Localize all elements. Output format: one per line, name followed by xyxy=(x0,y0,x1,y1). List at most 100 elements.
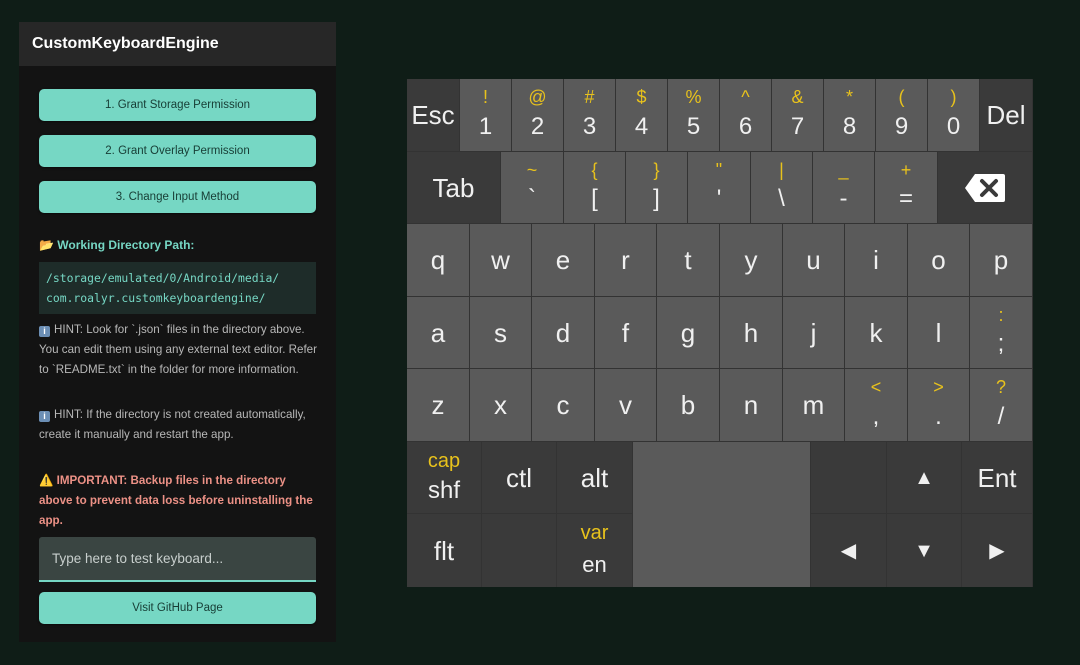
key-b[interactable]: b xyxy=(657,369,720,442)
key-sup: * xyxy=(845,87,853,107)
key-comma[interactable]: <, xyxy=(845,369,908,442)
key-1[interactable]: ! 1 xyxy=(460,79,512,152)
key-letter: w xyxy=(491,245,510,275)
key-minus[interactable]: _ - xyxy=(813,152,875,224)
key-ctl[interactable]: ctl xyxy=(482,442,557,514)
app-panel: CustomKeyboardEngine 1. Grant Storage Pe… xyxy=(19,22,336,642)
key-g[interactable]: g xyxy=(657,297,720,369)
key-sup: # xyxy=(584,87,595,107)
key-quote[interactable]: " ' xyxy=(688,152,751,224)
keyboard: Esc ! 1 @2 #3 $4 % 5 ^ 6 & 7 * 8 (9 ) 0 Del Ta… xyxy=(407,79,1033,587)
key-var-lang[interactable]: var en xyxy=(557,514,633,587)
key-var-label: var xyxy=(580,522,609,544)
key-a[interactable]: a xyxy=(407,297,470,369)
key-main: 1 xyxy=(478,113,493,140)
key-sup: ^ xyxy=(741,87,750,107)
key-t[interactable]: t xyxy=(657,224,720,297)
key-letter: h xyxy=(743,317,759,348)
key-blank-2[interactable] xyxy=(482,514,557,587)
key-p[interactable]: p xyxy=(970,224,1033,297)
key-space[interactable] xyxy=(633,442,811,587)
key-equals[interactable]: + = xyxy=(875,152,938,224)
key-2[interactable]: @2 xyxy=(512,79,564,152)
key-6[interactable]: ^ 6 xyxy=(720,79,772,152)
key-d[interactable]: d xyxy=(532,297,595,369)
key-flt[interactable]: flt xyxy=(407,514,482,587)
key-alt[interactable]: alt xyxy=(557,442,633,514)
key-tab-label: Tab xyxy=(432,172,475,203)
key-j[interactable]: j xyxy=(783,297,845,369)
key-backspace[interactable] xyxy=(938,152,1033,224)
key-l[interactable]: l xyxy=(908,297,970,369)
key-letter: n xyxy=(743,390,759,420)
key-sup: < xyxy=(870,377,882,397)
key-8[interactable]: * 8 xyxy=(824,79,876,152)
test-keyboard-input[interactable] xyxy=(39,537,316,582)
key-left[interactable]: ◀ xyxy=(811,514,887,587)
visit-github-button[interactable]: Visit GitHub Page xyxy=(39,592,316,624)
key-letter: r xyxy=(621,245,630,275)
key-sup: ) xyxy=(950,87,957,107)
key-letter: x xyxy=(494,390,507,420)
key-f[interactable]: f xyxy=(595,297,657,369)
key-q[interactable]: q xyxy=(407,224,470,297)
key-del[interactable]: Del xyxy=(980,79,1033,152)
key-letter: c xyxy=(556,390,570,420)
key-main: 7 xyxy=(790,113,805,140)
key-c[interactable]: c xyxy=(532,369,595,442)
key-close-bracket[interactable]: }] xyxy=(626,152,688,224)
key-letter: q xyxy=(430,245,446,275)
key-i[interactable]: i xyxy=(845,224,908,297)
key-y[interactable]: y xyxy=(720,224,783,297)
key-r[interactable]: r xyxy=(595,224,657,297)
key-7[interactable]: & 7 xyxy=(772,79,824,152)
key-tab[interactable]: Tab xyxy=(407,152,501,224)
key-u[interactable]: u xyxy=(783,224,845,297)
key-9[interactable]: (9 xyxy=(876,79,928,152)
key-letter: a xyxy=(430,317,446,348)
right-arrow-icon: ▶ xyxy=(989,539,1005,562)
key-w[interactable]: w xyxy=(470,224,532,297)
key-letter: u xyxy=(806,245,821,275)
key-letter: g xyxy=(680,317,696,348)
key-0[interactable]: ) 0 xyxy=(928,79,980,152)
key-enter[interactable]: Ent xyxy=(962,442,1033,514)
key-ent-label: Ent xyxy=(977,462,1017,493)
key-backtick[interactable]: ~ ` xyxy=(501,152,564,224)
key-n[interactable]: n xyxy=(720,369,783,442)
key-letter: v xyxy=(619,390,632,420)
key-right[interactable]: ▶ xyxy=(962,514,1033,587)
key-up[interactable]: ▲ xyxy=(887,442,962,514)
key-5[interactable]: % 5 xyxy=(668,79,720,152)
hint-json-files: i HINT: Look for `.json` files in the dir… xyxy=(39,320,321,380)
key-sup: ( xyxy=(898,87,905,107)
hint-json-text: HINT: Look for `.json` files in the dire… xyxy=(39,323,317,376)
key-sup: @ xyxy=(528,87,547,107)
key-z[interactable]: z xyxy=(407,369,470,442)
app-title: CustomKeyboardEngine xyxy=(19,22,336,66)
info-icon: i xyxy=(39,411,50,422)
key-h[interactable]: h xyxy=(720,297,783,369)
key-cap-shift[interactable]: cap shf xyxy=(407,442,482,514)
grant-storage-button[interactable]: 1. Grant Storage Permission xyxy=(39,89,316,121)
key-s[interactable]: s xyxy=(470,297,532,369)
key-x[interactable]: x xyxy=(470,369,532,442)
key-4[interactable]: $4 xyxy=(616,79,668,152)
key-blank[interactable] xyxy=(811,442,887,514)
key-period[interactable]: >. xyxy=(908,369,970,442)
key-open-bracket[interactable]: {[ xyxy=(564,152,626,224)
grant-overlay-button[interactable]: 2. Grant Overlay Permission xyxy=(39,135,316,167)
key-letter: i xyxy=(873,245,879,275)
key-3[interactable]: #3 xyxy=(564,79,616,152)
key-esc[interactable]: Esc xyxy=(407,79,460,152)
key-backslash[interactable]: | \ xyxy=(751,152,813,224)
key-m[interactable]: m xyxy=(783,369,845,442)
key-e[interactable]: e xyxy=(532,224,595,297)
key-down[interactable]: ▼ xyxy=(887,514,962,587)
key-semicolon[interactable]: :; xyxy=(970,297,1033,369)
change-input-method-button[interactable]: 3. Change Input Method xyxy=(39,181,316,213)
key-o[interactable]: o xyxy=(908,224,970,297)
key-slash[interactable]: ? / xyxy=(970,369,1033,442)
key-v[interactable]: v xyxy=(595,369,657,442)
key-k[interactable]: k xyxy=(845,297,908,369)
